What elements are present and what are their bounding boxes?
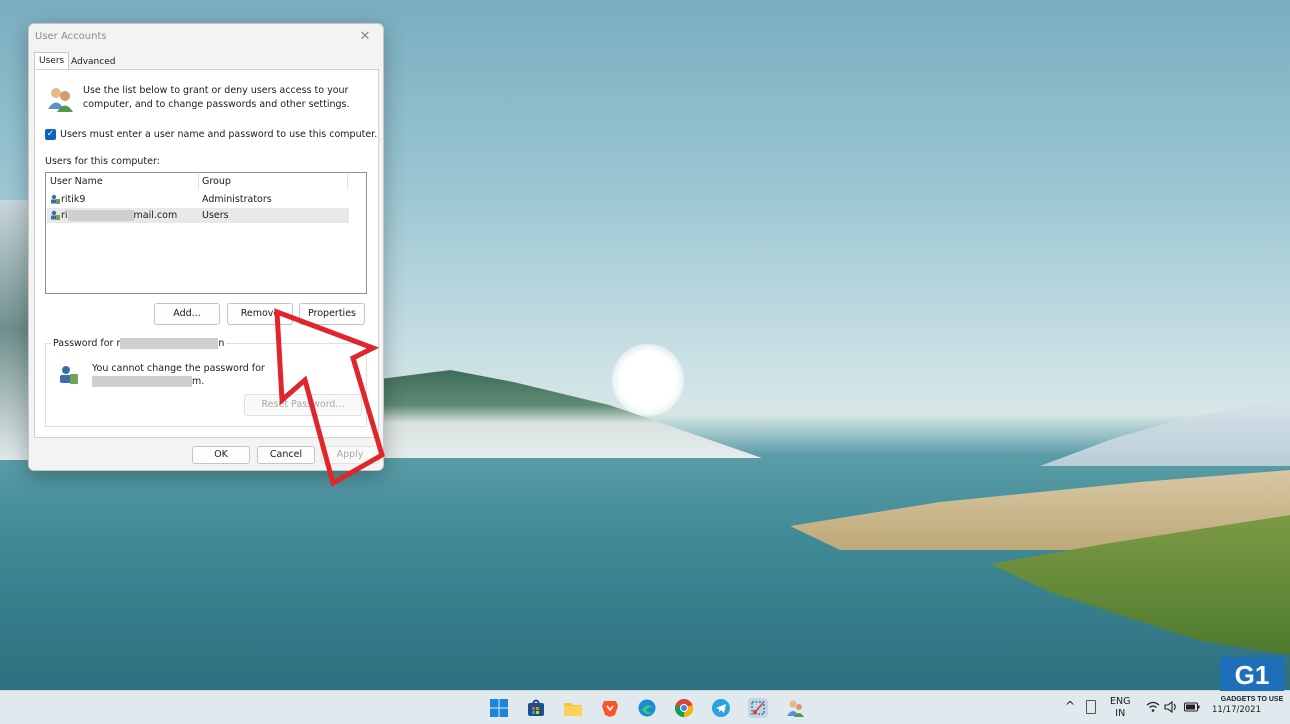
user-name-cell: ritik9: [61, 194, 86, 205]
clock-date: 11/17/2021: [1212, 705, 1261, 715]
password-message: You cannot change the password for m.: [92, 362, 292, 388]
group-cell: Users: [202, 210, 229, 221]
dialog-title: User Accounts: [35, 31, 107, 42]
chrome-icon[interactable]: [674, 698, 694, 718]
password-label-suffix: n: [218, 338, 225, 349]
user-name-suffix: mail.com: [133, 210, 178, 221]
require-password-row[interactable]: ✓ Users must enter a user name and passw…: [45, 129, 377, 140]
ok-button[interactable]: OK: [192, 446, 250, 464]
table-row[interactable]: ritik9 Administrators: [47, 192, 349, 207]
file-explorer-icon[interactable]: [563, 698, 583, 718]
password-group-label: Password for r n: [51, 338, 227, 349]
language-indicator[interactable]: ENG IN: [1110, 696, 1130, 720]
password-message-suffix: m.: [192, 376, 205, 387]
battery-small-icon[interactable]: [1086, 700, 1096, 714]
volume-icon[interactable]: [1164, 701, 1178, 713]
group-cell: Administrators: [202, 194, 272, 205]
require-password-label: Users must enter a user name and passwor…: [60, 129, 378, 140]
wallpaper-shore: [382, 370, 762, 458]
column-header-group[interactable]: Group: [202, 174, 348, 189]
svg-text:GADGETS TO USE: GADGETS TO USE: [1221, 696, 1284, 703]
user-icon: [51, 194, 60, 204]
add-button[interactable]: Add...: [154, 303, 220, 325]
user-accounts-icon[interactable]: [785, 698, 805, 718]
svg-text:G1: G1: [1235, 660, 1270, 690]
redaction-mask: [120, 338, 219, 349]
table-row[interactable]: ri mail.com Users: [47, 208, 349, 223]
edge-icon[interactable]: [637, 698, 657, 718]
close-icon[interactable]: ✕: [355, 27, 375, 47]
redaction-mask: [67, 210, 134, 221]
password-user-icon: [60, 366, 78, 384]
snipping-tool-icon[interactable]: [748, 698, 768, 718]
users-list-label: Users for this computer:: [45, 156, 160, 167]
taskbar: ^ ENG IN 11/17/2021: [0, 690, 1290, 724]
tab-advanced[interactable]: Advanced: [67, 54, 119, 70]
windows-start-icon[interactable]: [489, 698, 509, 718]
gadgets-to-use-watermark: G1 GADGETS TO USE: [1218, 655, 1286, 705]
password-message-line2: m.: [92, 375, 292, 388]
annotation-arrow: [274, 308, 385, 487]
users-group-icon: [48, 88, 73, 112]
users-listbox[interactable]: User Name Group ritik9 Administrators ri…: [45, 172, 367, 294]
dialog-titlebar[interactable]: User Accounts ✕: [29, 24, 383, 50]
language-line1: ENG: [1110, 696, 1131, 707]
gadgets-to-use-logo: G1 GADGETS TO USE: [1220, 657, 1284, 703]
password-message-line1: You cannot change the password for: [92, 363, 265, 374]
intro-text: Use the list below to grant or deny user…: [83, 85, 350, 110]
redaction-mask: [92, 376, 192, 387]
user-icon: [51, 210, 60, 220]
wallpaper-cliff: [0, 200, 30, 460]
wifi-icon[interactable]: [1146, 701, 1160, 713]
wallpaper-sun: [612, 344, 684, 416]
wallpaper-mountain: [1040, 396, 1290, 466]
language-line2: IN: [1115, 708, 1126, 719]
user-name-cell: ri mail.com: [61, 208, 177, 223]
battery-icon[interactable]: [1184, 702, 1200, 712]
store-icon[interactable]: [526, 698, 546, 718]
require-password-checkbox[interactable]: ✓: [45, 129, 56, 140]
telegram-icon[interactable]: [711, 698, 731, 718]
password-label-prefix: Password for r: [53, 338, 121, 349]
brave-browser-icon[interactable]: [600, 698, 620, 718]
tab-users[interactable]: Users: [34, 52, 70, 69]
show-hidden-icons-chevron[interactable]: ^: [1065, 699, 1075, 713]
column-header-user-name[interactable]: User Name: [50, 174, 199, 189]
